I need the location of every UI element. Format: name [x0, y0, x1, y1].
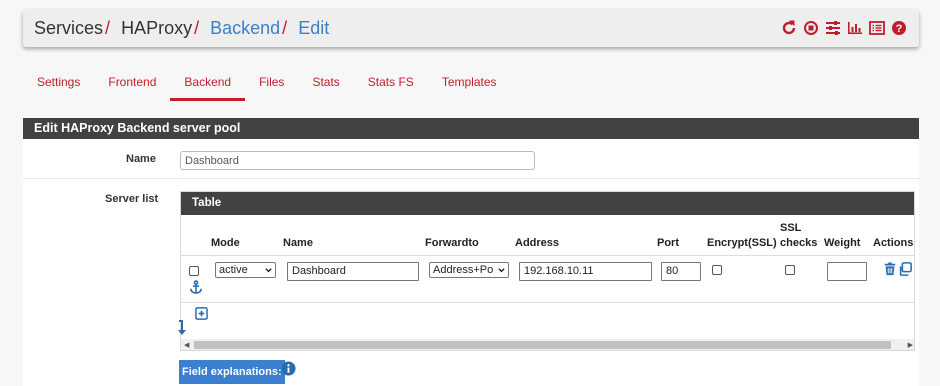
scrollbar-thumb[interactable]	[194, 341, 891, 349]
name-label: Name	[126, 153, 156, 165]
reload-icon[interactable]	[781, 20, 797, 36]
anchor-icon[interactable]	[189, 280, 203, 294]
tab-backend[interactable]: Backend	[170, 62, 245, 101]
tab-stats[interactable]: Stats	[298, 62, 353, 101]
tab-settings[interactable]: Settings	[23, 62, 94, 101]
breadcrumb-edit-link[interactable]: Edit	[298, 18, 329, 38]
copy-icon[interactable]	[898, 262, 912, 276]
tab-files[interactable]: Files	[245, 62, 298, 101]
breadcrumb-separator: /	[282, 18, 288, 38]
name-input[interactable]	[180, 151, 535, 170]
breadcrumb: Services / HAProxy / Backend / Edit	[34, 18, 329, 39]
column-port: Port	[657, 237, 679, 249]
server-name-input[interactable]: Dashboard	[287, 262, 419, 281]
column-address: Address	[515, 237, 560, 249]
help-icon[interactable]: ?	[891, 20, 907, 36]
address-input[interactable]: 192.168.10.11	[519, 262, 652, 281]
move-row-icon[interactable]	[178, 320, 188, 336]
forwardto-select[interactable]: Address+Po	[429, 262, 509, 278]
column-mode: Mode	[211, 237, 240, 249]
column-forwardto: Forwardto	[425, 237, 479, 249]
scroll-left-icon[interactable]: ◀	[184, 341, 189, 349]
breadcrumb-separator: /	[105, 18, 111, 38]
name-row: Name	[23, 139, 919, 179]
tab-templates[interactable]: Templates	[428, 62, 511, 101]
mode-select[interactable]: active	[215, 262, 276, 278]
tab-stats-fs[interactable]: Stats FS	[354, 62, 428, 101]
column-ssl-checks-line1: SSL	[780, 222, 802, 234]
chevron-down-icon	[265, 268, 272, 273]
backend-edit-panel: Edit HAProxy Backend server pool Name Se…	[23, 118, 919, 386]
list-icon[interactable]	[869, 20, 885, 36]
mode-select-value: active	[219, 264, 248, 276]
table-divider	[181, 302, 914, 303]
column-weight: Weight	[824, 237, 861, 249]
field-explanations-button[interactable]: Field explanations:	[179, 360, 285, 384]
column-actions: Actions	[873, 237, 914, 249]
server-list-label: Server list	[105, 193, 159, 205]
tab-frontend[interactable]: Frontend	[94, 62, 170, 101]
encrypt-ssl-checkbox[interactable]	[712, 265, 722, 275]
breadcrumb-backend-link[interactable]: Backend	[210, 18, 280, 38]
sliders-icon[interactable]	[825, 20, 841, 36]
row-select-checkbox[interactable]	[189, 266, 199, 276]
stop-circle-icon[interactable]	[803, 20, 819, 36]
header-icons: ?	[781, 20, 907, 36]
trash-icon[interactable]	[883, 262, 897, 276]
weight-input[interactable]	[827, 262, 867, 281]
bar-chart-icon[interactable]	[847, 20, 863, 36]
column-name: Name	[283, 237, 313, 249]
column-ssl-checks-line2: checks	[780, 237, 818, 249]
page-header: Services / HAProxy / Backend / Edit ?	[23, 10, 919, 47]
chevron-down-icon	[498, 268, 505, 273]
scroll-right-icon[interactable]: ▶	[908, 341, 913, 349]
breadcrumb-separator: /	[194, 18, 200, 38]
column-encrypt: Encrypt(SSL)	[707, 237, 777, 249]
port-input[interactable]: 80	[661, 262, 701, 281]
tab-bar: Settings Frontend Backend Files Stats St…	[23, 62, 511, 102]
breadcrumb-services: Services	[34, 18, 104, 38]
table-divider	[181, 255, 914, 256]
svg-text:?: ?	[896, 23, 903, 35]
server-list-table: Table Mode Name Forwardto Address Port E…	[180, 191, 915, 351]
add-row-icon[interactable]	[195, 307, 208, 320]
table-title: Table	[181, 192, 914, 215]
horizontal-scrollbar[interactable]: ◀ ▶	[181, 339, 914, 350]
panel-title: Edit HAProxy Backend server pool	[23, 118, 919, 139]
info-icon[interactable]	[281, 361, 296, 376]
forwardto-select-value: Address+Po	[433, 264, 494, 276]
ssl-checks-checkbox[interactable]	[785, 265, 795, 275]
breadcrumb-haproxy: HAProxy	[121, 18, 193, 38]
